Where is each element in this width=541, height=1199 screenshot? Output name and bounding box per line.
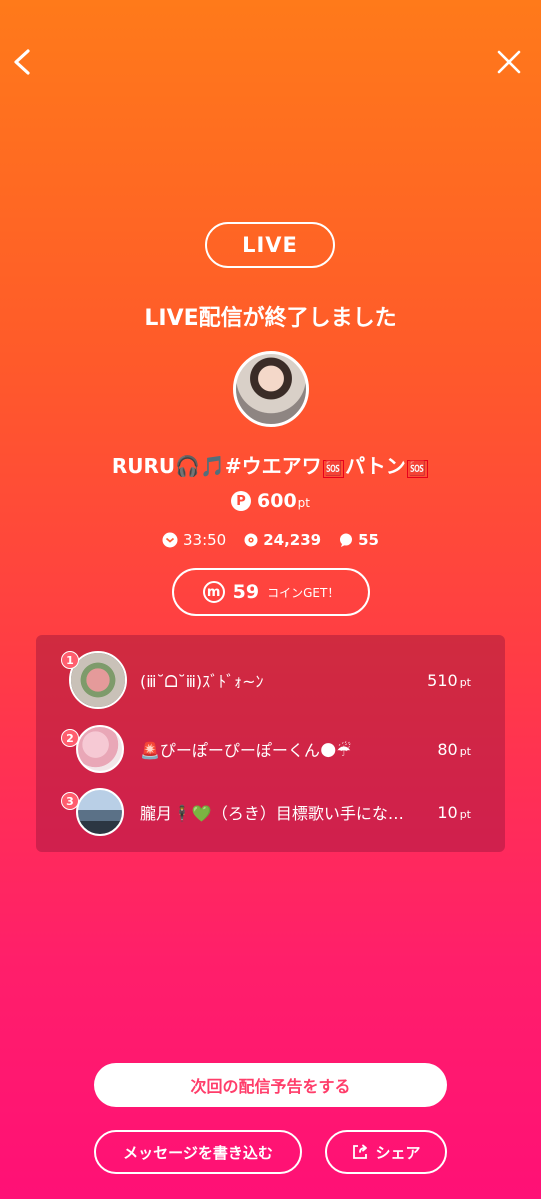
- supporter-name: 🚨ぴーぽーぴーぽーくん🌑☔: [140, 741, 351, 760]
- supporter-points: 10 pt: [437, 803, 471, 822]
- supporter-ranking: 1 (ⅲ˘ᗝ˘ⅲ)ｽﾞﾄﾞｫ~ﾝ 510 pt 2 🚨ぴーぽーぴーぽーくん🌑☔ 8…: [36, 635, 505, 852]
- duration-stat: 33:50: [162, 531, 226, 549]
- comments-stat: 55: [339, 531, 379, 549]
- points-icon: P: [231, 491, 251, 511]
- supporter-points-unit: pt: [459, 807, 471, 821]
- rank-number: 2: [61, 729, 79, 747]
- close-icon: [497, 50, 521, 74]
- comment-icon: [340, 533, 353, 547]
- back-button[interactable]: [2, 42, 42, 82]
- eye-icon: [244, 533, 258, 547]
- clock-icon: [162, 532, 178, 548]
- sos-mark: 🆘: [322, 460, 345, 478]
- chevron-left-icon: [14, 49, 30, 75]
- share-icon: [353, 1144, 368, 1159]
- supporter-points-value: 10: [437, 802, 458, 822]
- coin-label: コインGET！: [267, 585, 340, 600]
- supporter-points-unit: pt: [459, 675, 471, 689]
- supporter-points: 510 pt: [427, 671, 471, 690]
- stream-stats: 33:50 24,239 55: [0, 531, 541, 549]
- share-button[interactable]: シェア: [325, 1130, 447, 1174]
- viewers-value: 24,239: [263, 531, 322, 549]
- live-badge: LIVE: [205, 222, 335, 268]
- write-message-button[interactable]: メッセージを書き込む: [94, 1130, 302, 1174]
- rank-number: 1: [61, 651, 79, 669]
- streamer-avatar[interactable]: [233, 351, 309, 427]
- supporter-points: 80 pt: [437, 740, 471, 759]
- share-label: シェア: [375, 1143, 421, 1162]
- coin-icon: m: [202, 581, 225, 603]
- sos-mark: 🆘: [406, 460, 429, 478]
- supporter-name: (ⅲ˘ᗝ˘ⅲ)ｽﾞﾄﾞｫ~ﾝ: [140, 672, 264, 691]
- stream-title-prefix: RURU🎧🎵#ウエアワ: [111, 454, 322, 478]
- points-value: 600: [257, 490, 297, 512]
- schedule-next-stream-button[interactable]: 次回の配信予告をする: [94, 1063, 447, 1107]
- stream-ended-message: LIVE配信が終了しました: [144, 306, 397, 331]
- coin-count: 59: [232, 581, 260, 603]
- ranking-row[interactable]: 1 (ⅲ˘ᗝ˘ⅲ)ｽﾞﾄﾞｫ~ﾝ 510 pt: [36, 650, 505, 710]
- comments-value: 55: [358, 531, 379, 549]
- duration-value: 33:50: [183, 531, 227, 549]
- stream-title-mid: パトン: [345, 454, 406, 478]
- points-earned: P 600pt: [0, 490, 541, 512]
- ranking-row[interactable]: 3 朧月🕴💚（ろき）目標歌い手にな… 10 pt: [36, 782, 505, 842]
- supporter-avatar: [76, 788, 124, 836]
- rank-number: 3: [61, 792, 79, 810]
- viewers-stat: 24,239: [244, 531, 321, 549]
- supporter-name: 朧月🕴💚（ろき）目標歌い手にな…: [140, 804, 404, 823]
- ranking-row[interactable]: 2 🚨ぴーぽーぴーぽーくん🌑☔ 80 pt: [36, 719, 505, 779]
- supporter-avatar: [76, 725, 124, 773]
- supporter-points-unit: pt: [459, 744, 471, 758]
- coins-earned-badge: m 59 コインGET！: [172, 568, 370, 616]
- points-unit: pt: [297, 496, 310, 510]
- live-label: LIVE: [242, 233, 298, 257]
- supporter-points-value: 510: [427, 670, 458, 690]
- supporter-points-value: 80: [437, 739, 458, 759]
- close-button[interactable]: [489, 42, 529, 82]
- stream-title: RURU🎧🎵#ウエアワ 🆘 パトン 🆘: [0, 450, 541, 479]
